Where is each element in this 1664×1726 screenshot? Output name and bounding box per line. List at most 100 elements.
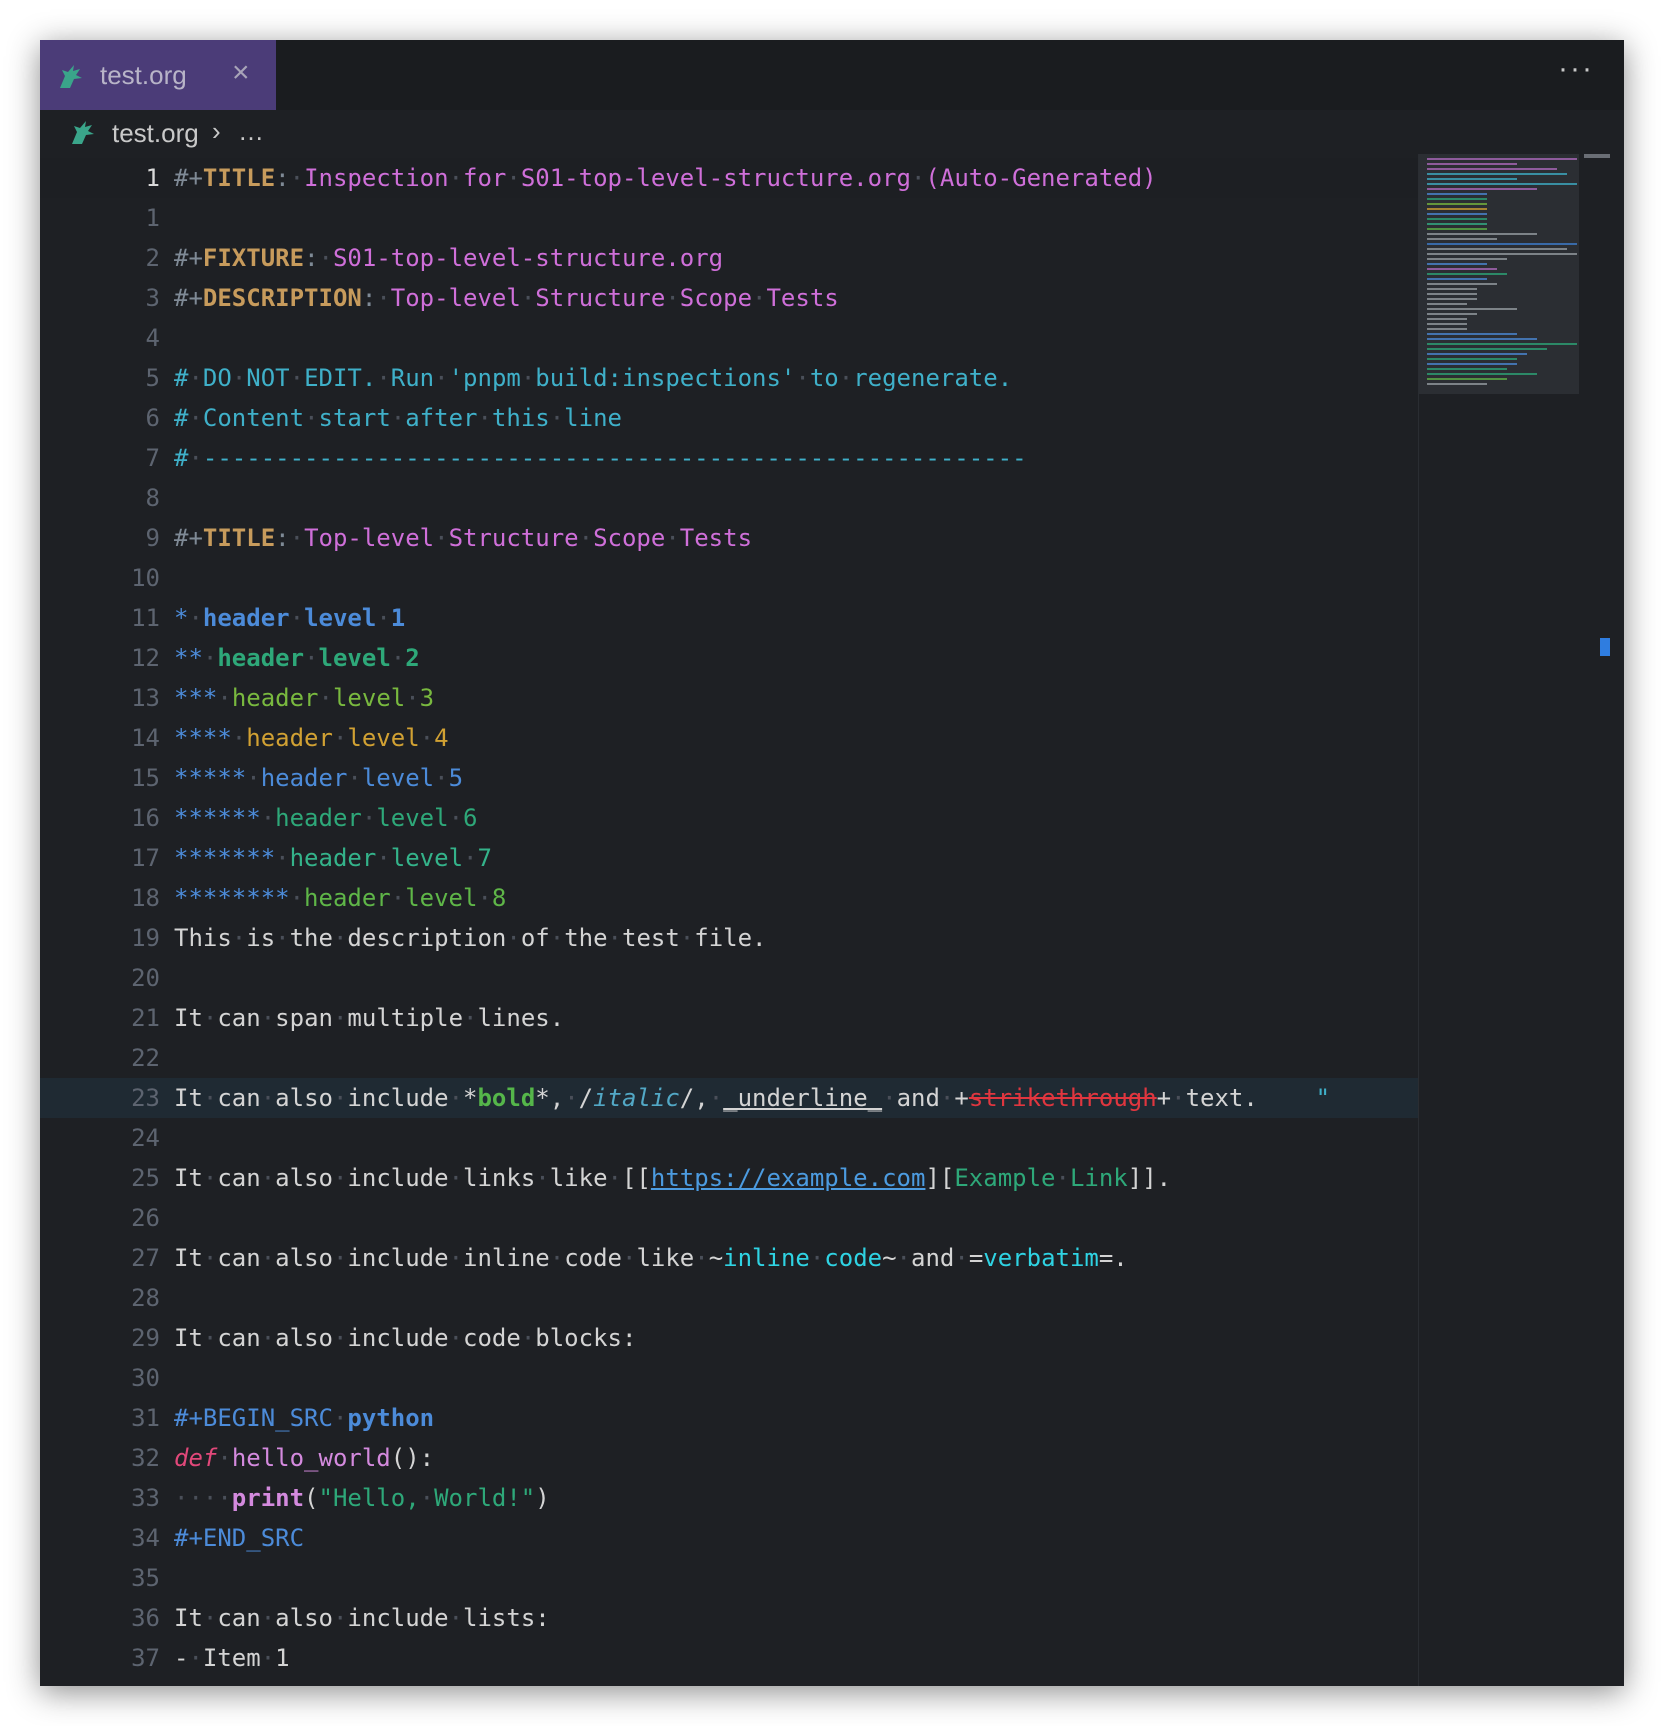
code-token: text. xyxy=(1185,1084,1258,1112)
code-text: *****·header·level·5 xyxy=(174,758,463,798)
code-line[interactable]: 9 #+TITLE:·Top-level·Structure·Scope·Test… xyxy=(40,518,1418,558)
code-line[interactable]: 30 xyxy=(40,1358,1418,1398)
code-line[interactable]: 24 xyxy=(40,1118,1418,1158)
tab-test-org[interactable]: test.org × xyxy=(40,40,276,110)
code-line[interactable]: 2 #+FIXTURE:·S01-top-level-structure.org xyxy=(40,238,1418,278)
code-token: · xyxy=(188,404,203,432)
code-token: can xyxy=(217,1004,261,1032)
code-line[interactable]: 10 xyxy=(40,558,1418,598)
minimap-line xyxy=(1427,208,1487,210)
code-line[interactable]: 5 #·DO·NOT·EDIT.·Run·'pnpm·build:inspecti… xyxy=(40,358,1418,398)
code-line[interactable]: 37 -·Item·1 xyxy=(40,1638,1418,1678)
code-token: · xyxy=(202,1004,218,1032)
vertical-scrollbar[interactable] xyxy=(1580,154,1624,1686)
code-line[interactable]: 22 xyxy=(40,1038,1418,1078)
code-token: like xyxy=(549,1164,608,1192)
code-line[interactable]: 34 #+END_SRC xyxy=(40,1518,1418,1558)
code-editor[interactable]: 1 #+TITLE:·Inspection·for·S01-top-level-s… xyxy=(40,154,1418,1686)
code-text: #·--------------------------------------… xyxy=(174,438,1027,478)
line-number: 36 xyxy=(131,1604,160,1632)
minimap-line xyxy=(1427,278,1487,280)
code-token: of xyxy=(520,924,550,952)
code-token: ) xyxy=(535,1484,550,1512)
code-token: S01-top-level-structure.org xyxy=(520,164,911,192)
code-token: level xyxy=(332,684,406,712)
code-line[interactable]: 3 #+DESCRIPTION:·Top-level·Structure·Scop… xyxy=(40,278,1418,318)
code-line[interactable]: 23 It·can·also·include·*bold*,·/italic/,·… xyxy=(40,1078,1418,1118)
code-line[interactable]: 16 ******·header·level·6 xyxy=(40,798,1418,838)
code-line[interactable]: 26 xyxy=(40,1198,1418,1238)
close-icon[interactable]: × xyxy=(232,56,250,90)
code-line[interactable]: 15 *****·header·level·5 xyxy=(40,758,1418,798)
code-token: · xyxy=(549,1244,565,1272)
minimap-line xyxy=(1427,283,1497,285)
code-line[interactable]: 18 ********·header·level·8 xyxy=(40,878,1418,918)
code-token: · xyxy=(419,724,435,752)
code-line[interactable]: 4 xyxy=(40,318,1418,358)
code-token: · xyxy=(260,1604,276,1632)
code-text: ******·header·level·6 xyxy=(174,798,477,838)
line-number: 1 xyxy=(145,164,160,192)
code-line[interactable]: 17 *******·header·level·7 xyxy=(40,838,1418,878)
code-line[interactable]: 27 It·can·also·include·inline·code·like·~… xyxy=(40,1238,1418,1278)
code-token: · xyxy=(910,164,926,192)
code-token: DESCRIPTION xyxy=(202,284,362,312)
code-text: -·Item·1 xyxy=(174,1638,290,1678)
code-token: · xyxy=(231,364,247,392)
tab-bar: test.org × ··· xyxy=(40,40,1624,110)
code-line[interactable]: 21 It·can·span·multiple·lines. xyxy=(40,998,1418,1038)
code-line[interactable]: 36 It·can·also·include·lists: xyxy=(40,1598,1418,1638)
minimap[interactable] xyxy=(1418,154,1581,1686)
code-line[interactable]: 11 *·header·level·1 xyxy=(40,598,1418,638)
code-token: code xyxy=(463,1324,521,1352)
line-number: 13 xyxy=(131,684,160,712)
more-actions-icon[interactable]: ··· xyxy=(1558,52,1594,86)
code-line[interactable]: 6 #·Content·start·after·this·line xyxy=(40,398,1418,438)
code-line[interactable]: 7 #·-------------------------------------… xyxy=(40,438,1418,478)
breadcrumb-file[interactable]: test.org xyxy=(112,118,199,149)
code-token: verbatim xyxy=(983,1244,1099,1272)
line-number: 18 xyxy=(131,884,160,912)
code-token: * xyxy=(463,1084,478,1112)
code-token: · xyxy=(520,284,536,312)
minimap-line xyxy=(1427,243,1577,245)
code-line[interactable]: 19 This·is·the·description·of·the·test·fi… xyxy=(40,918,1418,958)
code-token: · xyxy=(289,364,305,392)
code-line[interactable]: 25 It·can·also·include·links·like·[[https… xyxy=(40,1158,1418,1198)
code-line[interactable]: 29 It·can·also·include·code·blocks: xyxy=(40,1318,1418,1358)
code-token: lines. xyxy=(477,1004,565,1032)
scrollbar-thumb[interactable] xyxy=(1584,154,1610,158)
scrollbar-marker xyxy=(1600,638,1610,656)
code-line[interactable]: 33 ····print("Hello,·World!") xyxy=(40,1478,1418,1518)
code-line[interactable]: 28 xyxy=(40,1278,1418,1318)
code-token: header xyxy=(231,684,319,712)
code-line[interactable]: 8 xyxy=(40,478,1418,518)
code-token: build:inspections' xyxy=(535,364,796,392)
code-text: def·hello_world(): xyxy=(174,1438,434,1478)
minimap-line xyxy=(1427,373,1537,375)
code-token: · xyxy=(188,364,203,392)
code-token: #+ xyxy=(174,284,203,312)
line-number: 9 xyxy=(145,524,160,552)
code-token: World!" xyxy=(434,1484,536,1512)
minimap-line xyxy=(1427,218,1487,220)
code-token: span xyxy=(275,1004,333,1032)
code-token: + xyxy=(954,1084,969,1112)
breadcrumb-more[interactable]: … xyxy=(238,116,264,147)
code-line[interactable]: 13 ***·header·level·3 xyxy=(40,678,1418,718)
code-token: · xyxy=(332,724,348,752)
code-line[interactable]: 1 #+TITLE:·Inspection·for·S01-top-level-s… xyxy=(40,158,1418,198)
code-token: header xyxy=(289,844,377,872)
code-line[interactable]: 1 xyxy=(40,198,1418,238)
code-line[interactable]: 31 #+BEGIN_SRC·python xyxy=(40,1398,1418,1438)
code-token: · xyxy=(260,1324,276,1352)
code-token: / xyxy=(578,1084,594,1112)
code-token: ][ xyxy=(925,1164,955,1192)
code-line[interactable]: 32 def·hello_world(): xyxy=(40,1438,1418,1478)
code-line[interactable]: 20 xyxy=(40,958,1418,998)
code-line[interactable]: 14 ****·header·level·4 xyxy=(40,718,1418,758)
code-line[interactable]: 12 **·header·level·2 xyxy=(40,638,1418,678)
code-token: Scope xyxy=(679,284,753,312)
code-line[interactable]: 35 xyxy=(40,1558,1418,1598)
code-token: header xyxy=(246,724,333,752)
